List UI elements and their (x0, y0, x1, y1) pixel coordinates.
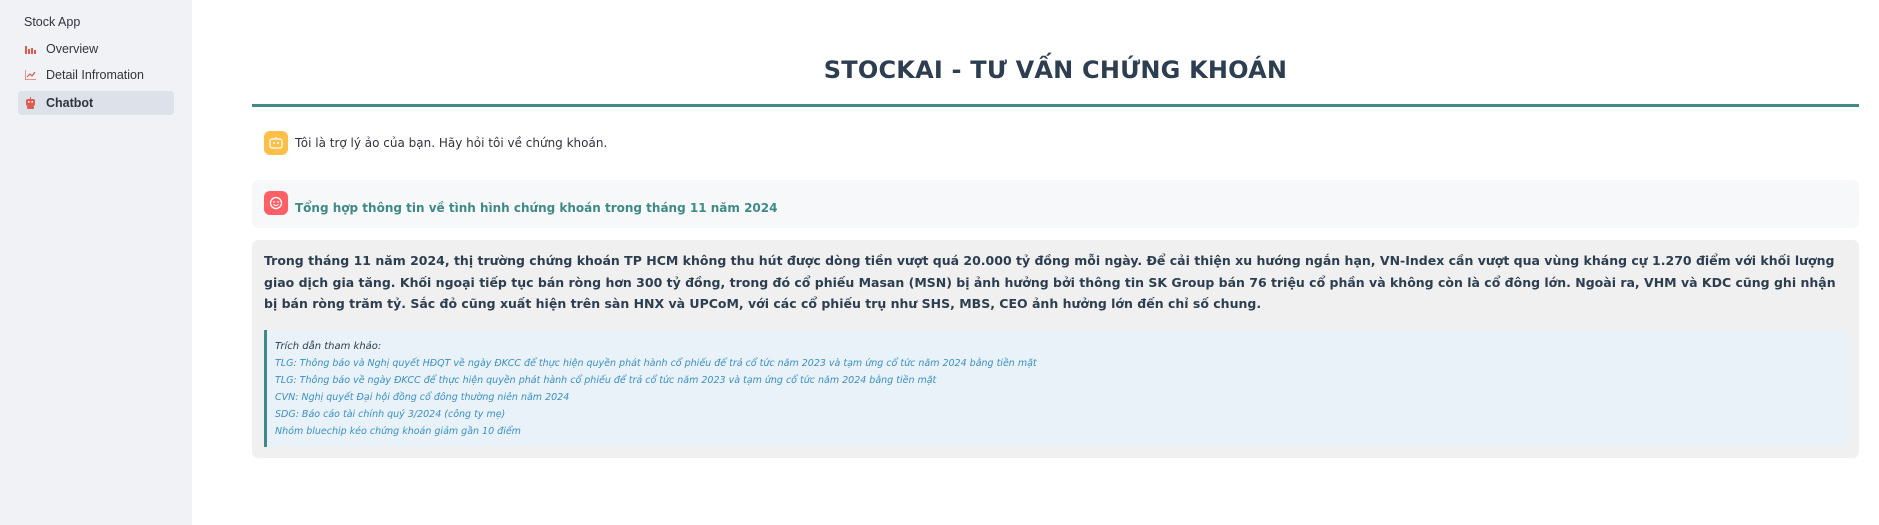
reference-link[interactable]: TLG: Thông báo về ngày ĐKCC để thực hiện… (275, 372, 1848, 389)
bot-avatar-icon (264, 131, 288, 155)
main-content: STOCKAI - TƯ VẤN CHỨNG KHOÁN Tôi là trợ … (192, 0, 1879, 525)
bar-chart-icon (24, 43, 36, 55)
sidebar-item-chatbot[interactable]: Chatbot (18, 91, 174, 115)
references-title: Trích dẫn tham khảo: (275, 341, 382, 352)
bot-greeting-text: Tôi là trợ lý ảo của bạn. Hãy hỏi tôi về… (295, 136, 608, 150)
reference-link[interactable]: SDG: Báo cáo tài chính quý 3/2024 (công … (275, 406, 1848, 423)
sidebar-item-label: Chatbot (46, 96, 94, 110)
assistant-answer: Trong tháng 11 năm 2024, thị trường chứn… (252, 240, 1859, 458)
bot-message: Tôi là trợ lý ảo của bạn. Hãy hỏi tôi về… (252, 131, 1859, 155)
user-question-text: Tổng hợp thông tin về tình hình chứng kh… (295, 201, 778, 215)
page-title: STOCKAI - TƯ VẤN CHỨNG KHOÁN (823, 56, 1288, 84)
sidebar-item-label: Overview (46, 42, 99, 56)
sidebar-item-detail-information[interactable]: Detail Infromation (18, 63, 174, 87)
title-divider (252, 104, 1859, 107)
reference-link[interactable]: Nhóm bluechip kéo chứng khoán giảm gần 1… (275, 423, 1848, 440)
references-block: Trích dẫn tham khảo: TLG: Thông báo và N… (264, 330, 1848, 447)
sidebar-item-label: Detail Infromation (46, 68, 144, 82)
robot-icon (24, 97, 36, 109)
reference-link[interactable]: CVN: Nghị quyết Đại hội đồng cổ đông thư… (275, 389, 1848, 406)
line-chart-icon (24, 69, 36, 81)
app-name: Stock App (24, 15, 81, 29)
sidebar: Stock App Overview Detail Infromation Ch… (0, 0, 192, 525)
answer-text: Trong tháng 11 năm 2024, thị trường chứn… (264, 253, 1836, 311)
reference-link[interactable]: TLG: Thông báo và Nghị quyết HĐQT về ngà… (275, 355, 1848, 372)
user-message: Tổng hợp thông tin về tình hình chứng kh… (252, 180, 1859, 228)
sidebar-item-overview[interactable]: Overview (18, 37, 174, 61)
user-avatar-icon (264, 191, 288, 215)
